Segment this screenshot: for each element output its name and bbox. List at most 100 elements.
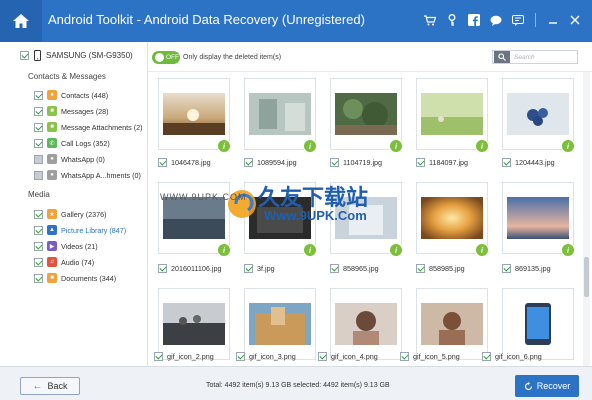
- file-checkbox[interactable]: [416, 158, 425, 167]
- sidebar-item-messages[interactable]: ■ Messages (28): [34, 105, 109, 117]
- file-label[interactable]: gif_icon_5.png: [400, 352, 460, 361]
- file-checkbox[interactable]: [502, 158, 511, 167]
- minimize-icon[interactable]: [546, 13, 560, 27]
- file-checkbox[interactable]: [244, 264, 253, 273]
- file-grid: i i i i i 1046478.jpg 1089594.jpg 110471…: [148, 72, 582, 366]
- file-checkbox[interactable]: [502, 264, 511, 273]
- facebook-icon[interactable]: [467, 13, 481, 27]
- search-input[interactable]: Search: [492, 50, 578, 64]
- file-checkbox[interactable]: [330, 158, 339, 167]
- sidebar-item-call-logs[interactable]: ✆ Call Logs (352): [34, 137, 110, 149]
- info-icon[interactable]: i: [475, 139, 489, 153]
- file-checkbox[interactable]: [158, 158, 167, 167]
- file-label[interactable]: 1104719.jpg: [330, 158, 382, 167]
- file-card[interactable]: i: [502, 182, 575, 257]
- file-label[interactable]: 3f.jpg: [244, 264, 275, 273]
- file-label[interactable]: 1204443.jpg: [502, 158, 555, 167]
- checkbox[interactable]: [34, 225, 43, 235]
- sidebar-item-documents[interactable]: ■ Documents (344): [34, 272, 116, 284]
- info-icon[interactable]: i: [303, 139, 317, 153]
- checkbox[interactable]: [34, 273, 43, 283]
- checkbox[interactable]: [34, 170, 43, 180]
- sidebar-item-whatsapp-attachments[interactable]: ● WhatsApp A...hments (0): [34, 169, 141, 181]
- file-card[interactable]: i: [244, 78, 317, 153]
- file-label[interactable]: gif_icon_3.png: [236, 352, 296, 361]
- sidebar-item-label: Contacts (448): [61, 90, 109, 100]
- file-card[interactable]: [502, 288, 574, 360]
- sidebar-item-gallery[interactable]: ★ Gallery (2376): [34, 208, 107, 220]
- sidebar-item-videos[interactable]: ▶ Videos (21): [34, 240, 98, 252]
- checkbox[interactable]: [34, 122, 43, 132]
- file-card[interactable]: [330, 288, 402, 360]
- file-label[interactable]: 858965.jpg: [330, 264, 379, 273]
- info-icon[interactable]: i: [217, 243, 231, 257]
- file-card[interactable]: i: [416, 182, 489, 257]
- info-icon[interactable]: i: [475, 243, 489, 257]
- file-card[interactable]: i: [502, 78, 575, 153]
- file-card[interactable]: [158, 288, 230, 360]
- file-card[interactable]: i: [416, 78, 489, 153]
- checkbox[interactable]: [34, 90, 43, 100]
- file-checkbox[interactable]: [244, 158, 253, 167]
- checkbox[interactable]: [34, 241, 43, 251]
- file-checkbox[interactable]: [236, 352, 245, 361]
- file-label[interactable]: 869135.jpg: [502, 264, 551, 273]
- sidebar-item-picture-library[interactable]: ▲ Picture Library (847): [34, 224, 126, 236]
- cart-icon[interactable]: [423, 13, 437, 27]
- file-card[interactable]: [244, 288, 316, 360]
- file-label[interactable]: 2016011106.jpg: [158, 264, 222, 273]
- checkbox[interactable]: [34, 138, 43, 148]
- file-card[interactable]: [416, 288, 488, 360]
- recover-button[interactable]: Recover: [515, 375, 579, 397]
- file-label[interactable]: gif_icon_4.png: [318, 352, 378, 361]
- file-card[interactable]: i: [330, 182, 403, 257]
- file-card[interactable]: i: [330, 78, 403, 153]
- file-checkbox[interactable]: [318, 352, 327, 361]
- file-label[interactable]: 1046478.jpg: [158, 158, 211, 167]
- file-card[interactable]: i: [158, 78, 231, 153]
- file-checkbox[interactable]: [330, 264, 339, 273]
- file-name: gif_icon_5.png: [413, 352, 460, 361]
- sidebar-item-contacts[interactable]: ● Contacts (448): [34, 89, 108, 101]
- file-name: 2016011106.jpg: [171, 264, 222, 273]
- checkbox[interactable]: [34, 106, 43, 116]
- file-card[interactable]: i: [158, 182, 231, 257]
- file-label[interactable]: 858985.jpg: [416, 264, 465, 273]
- file-checkbox[interactable]: [400, 352, 409, 361]
- sidebar-item-whatsapp[interactable]: ● WhatsApp (0): [34, 153, 105, 165]
- file-checkbox[interactable]: [416, 264, 425, 273]
- info-icon[interactable]: i: [561, 243, 575, 257]
- info-icon[interactable]: i: [561, 139, 575, 153]
- checkbox[interactable]: [34, 209, 43, 219]
- chat-icon[interactable]: [489, 13, 503, 27]
- file-label[interactable]: 1089594.jpg: [244, 158, 297, 167]
- sidebar-item-message-attachments[interactable]: ■ Message Attachments (2): [34, 121, 143, 133]
- info-icon[interactable]: i: [389, 139, 403, 153]
- checkbox[interactable]: [34, 257, 43, 267]
- scrollbar[interactable]: [583, 72, 590, 366]
- sidebar-item-audio[interactable]: ♫ Audio (74): [34, 256, 94, 268]
- file-label[interactable]: gif_icon_6.png: [482, 352, 542, 361]
- info-icon[interactable]: i: [389, 243, 403, 257]
- key-icon[interactable]: [445, 13, 459, 27]
- feedback-icon[interactable]: [511, 13, 525, 27]
- file-checkbox[interactable]: [154, 352, 163, 361]
- home-button[interactable]: [0, 0, 42, 42]
- device-checkbox[interactable]: [20, 51, 29, 60]
- deleted-only-toggle[interactable]: OFF: [152, 51, 180, 64]
- file-label[interactable]: gif_icon_2.png: [154, 352, 214, 361]
- picture-library-icon: ▲: [47, 225, 57, 235]
- scrollbar-thumb[interactable]: [584, 257, 589, 297]
- device-row[interactable]: SAMSUNG (SM-G9350): [20, 50, 133, 61]
- back-button[interactable]: ← Back: [20, 377, 80, 395]
- back-label: Back: [47, 381, 68, 391]
- info-icon[interactable]: i: [217, 139, 231, 153]
- close-icon[interactable]: [568, 13, 582, 27]
- file-card[interactable]: i: [244, 182, 317, 257]
- checkbox[interactable]: [34, 154, 43, 164]
- file-checkbox[interactable]: [158, 264, 167, 273]
- recover-label: Recover: [536, 381, 571, 391]
- file-label[interactable]: 1184097.jpg: [416, 158, 468, 167]
- file-checkbox[interactable]: [482, 352, 491, 361]
- info-icon[interactable]: i: [303, 243, 317, 257]
